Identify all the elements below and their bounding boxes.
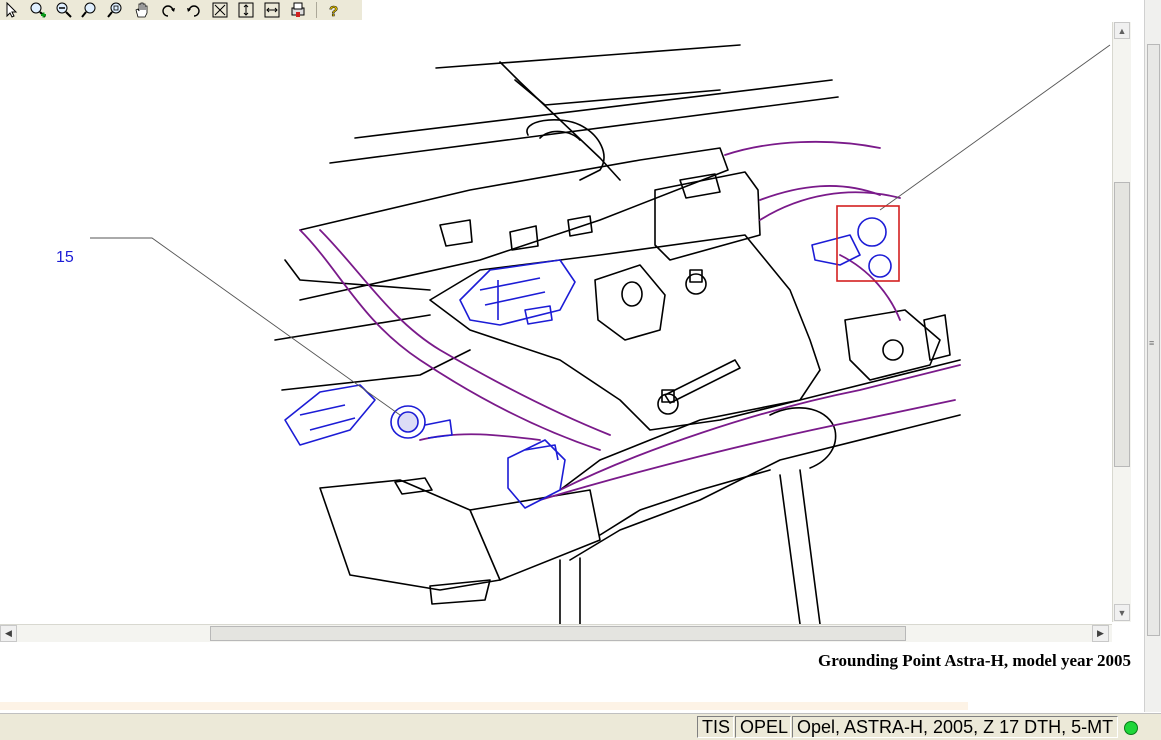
zoom-window-icon[interactable]	[104, 0, 128, 20]
scroll-up-arrow-icon[interactable]: ▲	[1114, 22, 1130, 39]
scroll-grip-icon: ≡	[1149, 338, 1155, 348]
zoom-icon[interactable]	[78, 0, 102, 20]
scroll-left-arrow-icon[interactable]: ◀	[0, 625, 17, 642]
scroll-down-arrow-icon[interactable]: ▼	[1114, 604, 1130, 621]
rotate-left-icon[interactable]	[156, 0, 180, 20]
content-bottom-band	[0, 702, 968, 710]
status-bar: TIS OPEL Opel, ASTRA-H, 2005, Z 17 DTH, …	[0, 713, 1161, 740]
status-vehicle: Opel, ASTRA-H, 2005, Z 17 DTH, 5-MT	[792, 716, 1118, 738]
drawing-viewport[interactable]: 15	[0, 20, 1112, 624]
status-app: TIS	[697, 716, 734, 738]
callout-label-15: 15	[56, 249, 74, 266]
grounding-point-drawing	[90, 44, 1111, 624]
status-brand: OPEL	[735, 716, 791, 738]
svg-text:?: ?	[329, 3, 338, 19]
drawing-vertical-scrollbar[interactable]: ▲ ▼	[1112, 22, 1131, 622]
select-pointer-icon[interactable]	[0, 0, 24, 20]
toolbar: ?	[0, 0, 362, 21]
window-vertical-scrollbar[interactable]: ≡	[1144, 0, 1161, 712]
print-icon[interactable]	[286, 0, 310, 20]
fit-width-icon[interactable]	[260, 0, 284, 20]
connection-status-icon	[1124, 721, 1138, 735]
drawing-horizontal-scrollbar[interactable]: ◀ ▶	[0, 624, 1112, 642]
help-icon[interactable]: ?	[321, 0, 345, 20]
scroll-right-arrow-icon[interactable]: ▶	[1092, 625, 1109, 642]
vertical-scroll-thumb[interactable]	[1114, 182, 1130, 467]
rotate-right-icon[interactable]	[182, 0, 206, 20]
toolbar-separator	[316, 2, 317, 18]
pan-hand-icon[interactable]	[130, 0, 154, 20]
horizontal-scroll-thumb[interactable]	[210, 626, 906, 641]
zoom-out-icon[interactable]	[52, 0, 76, 20]
figure-caption: Grounding Point Astra-H, model year 2005	[818, 651, 1131, 670]
fit-window-icon[interactable]	[208, 0, 232, 20]
zoom-in-icon[interactable]	[26, 0, 50, 20]
fit-height-icon[interactable]	[234, 0, 258, 20]
